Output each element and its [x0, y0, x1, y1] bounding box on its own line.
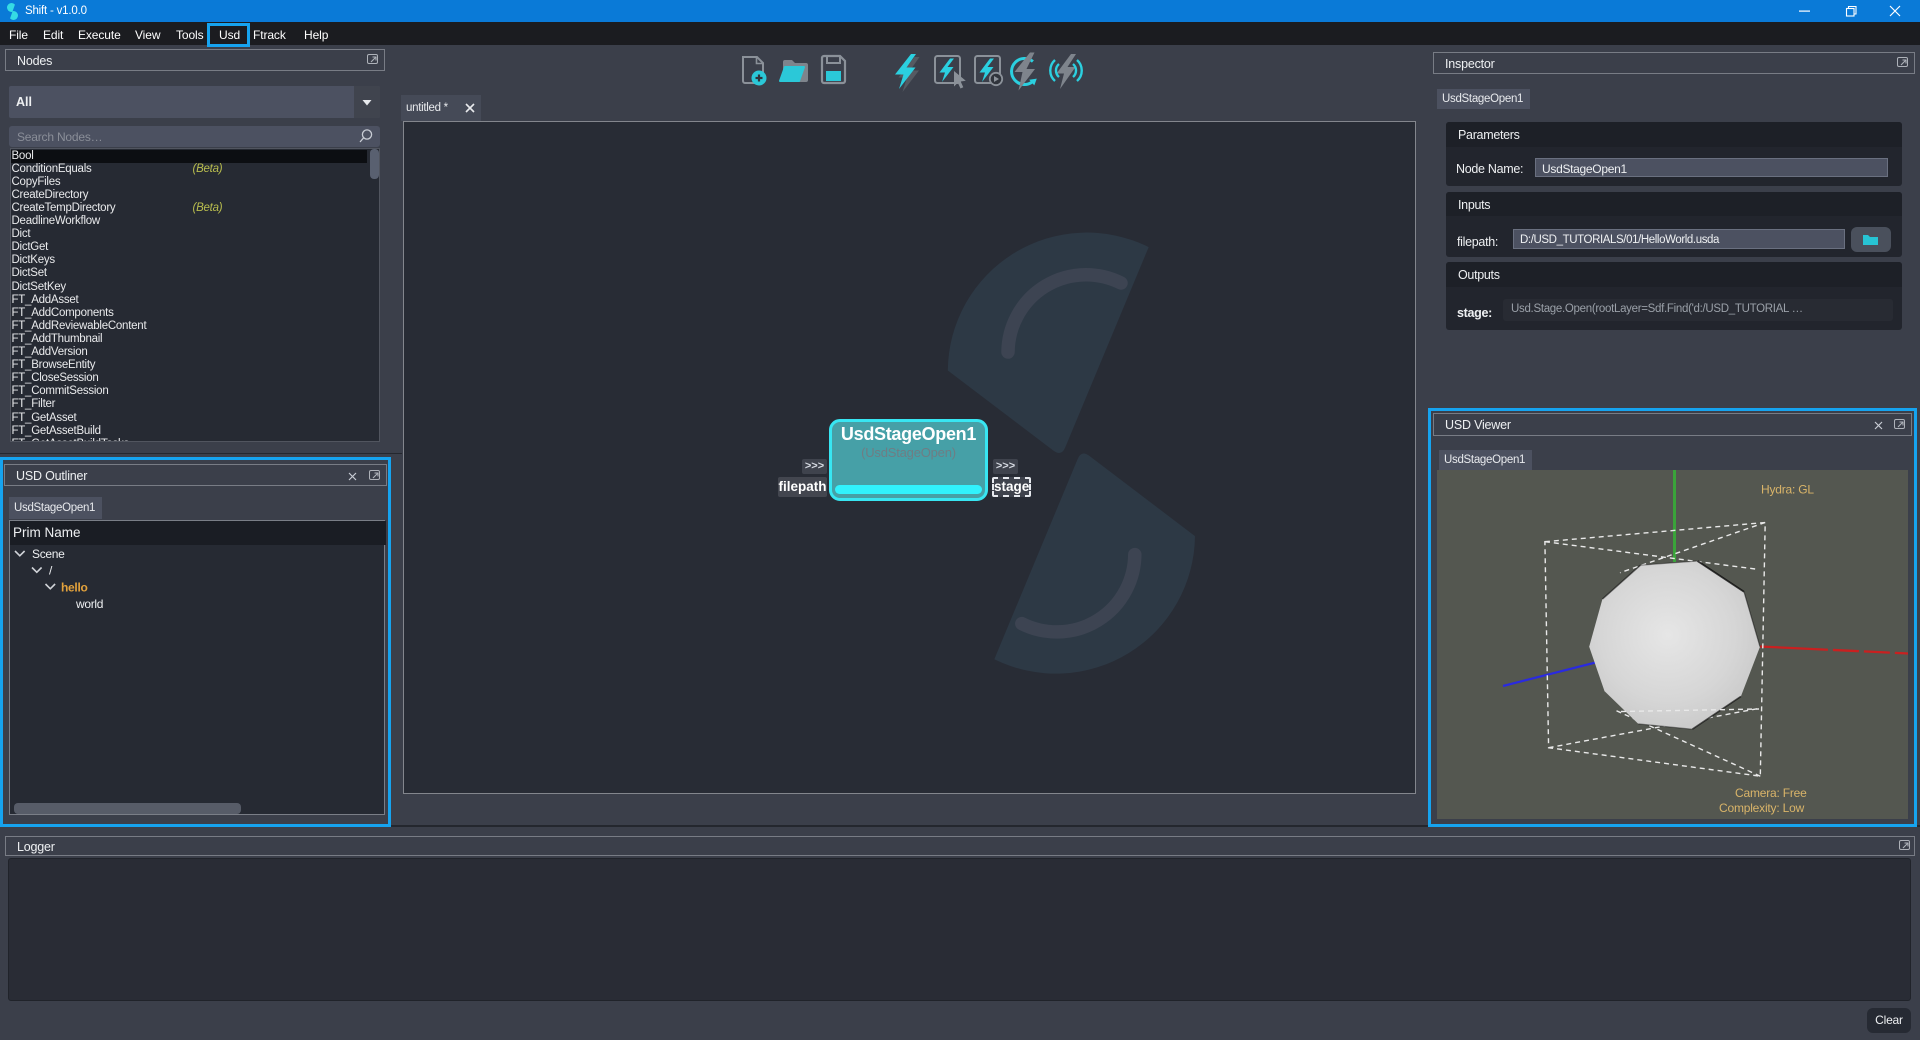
- svg-text:Scene: Scene: [32, 547, 65, 561]
- svg-text:world: world: [75, 597, 103, 611]
- svg-text:Hydra: GL: Hydra: GL: [1761, 483, 1814, 497]
- svg-text:Camera: Free: Camera: Free: [1735, 786, 1807, 800]
- svg-text:Complexity: Low: Complexity: Low: [1719, 801, 1805, 815]
- svg-text:hello: hello: [61, 581, 88, 595]
- svg-text:/: /: [49, 564, 53, 578]
